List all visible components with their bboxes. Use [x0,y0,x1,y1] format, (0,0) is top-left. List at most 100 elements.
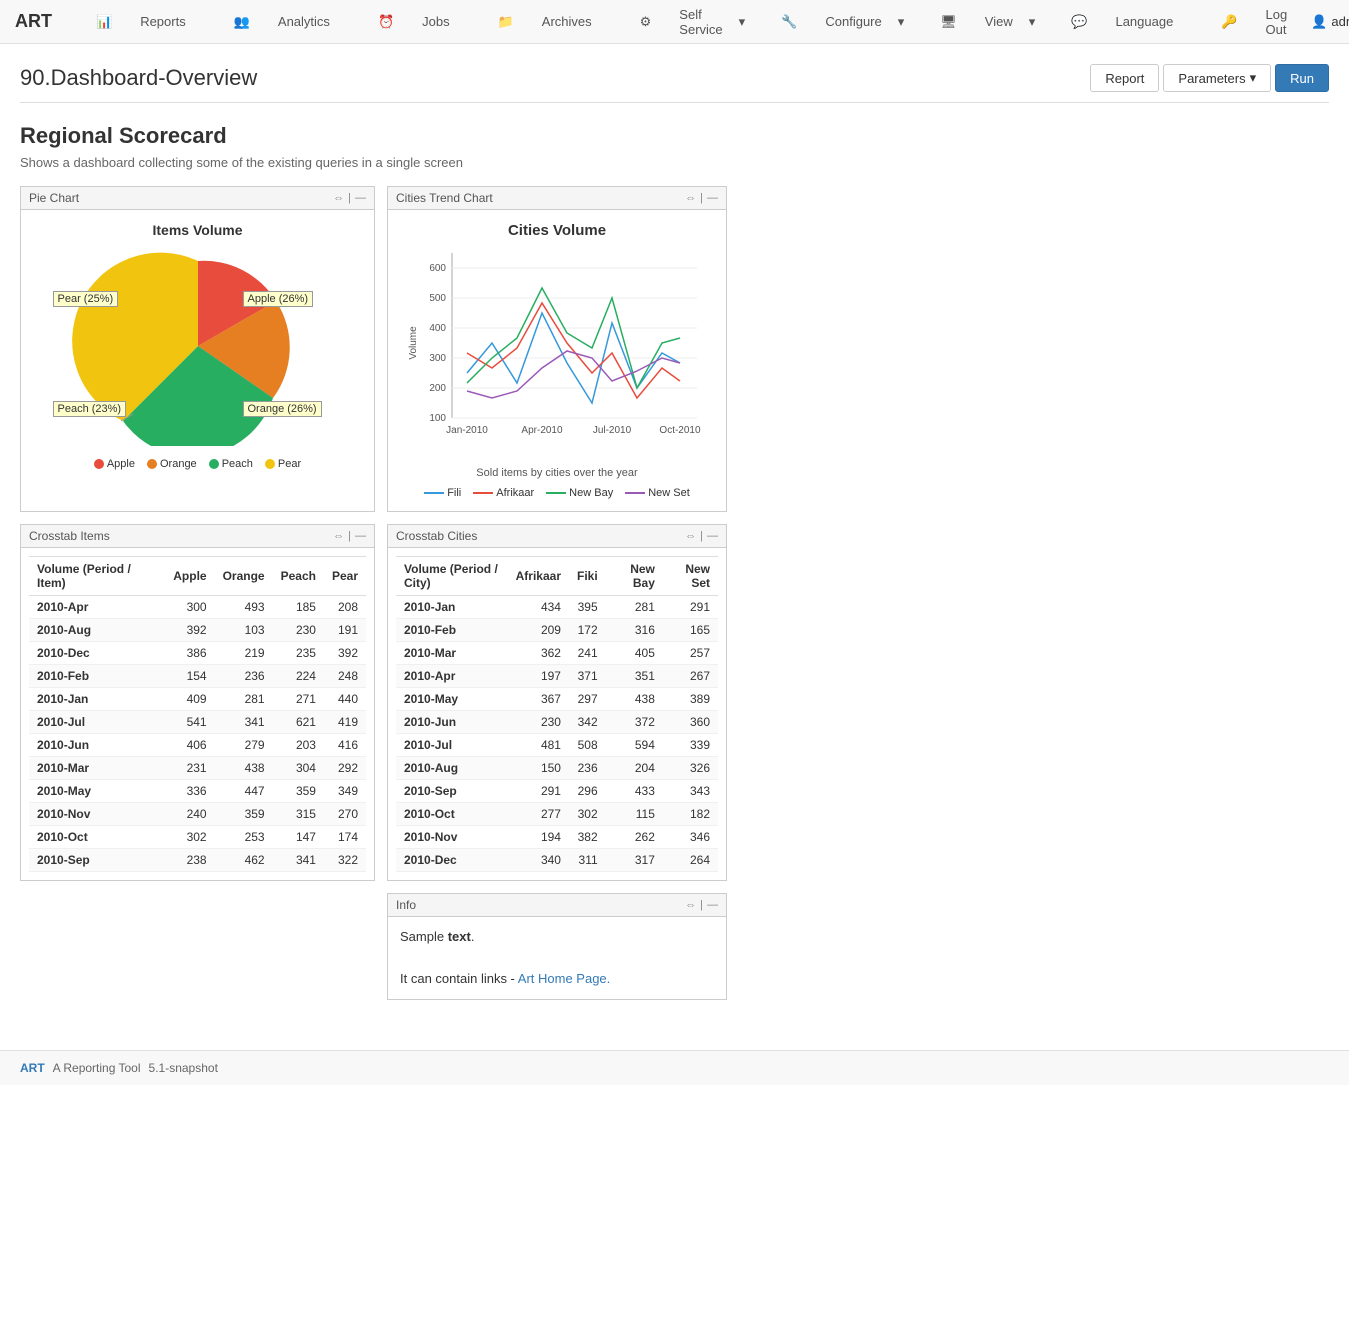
cell-peach: 224 [273,665,324,688]
crosstab-items-separator: | [348,530,351,542]
cities-chart-body: Cities Volume 100 200 300 400 500 600 [388,210,726,511]
cities-chart-resize-icon[interactable]: ⇔ [685,192,696,204]
col-peach: Peach [273,557,324,596]
cell-apple: 154 [165,665,214,688]
info-link[interactable]: Art Home Page. [518,971,611,986]
cell-fiki: 297 [569,688,606,711]
cell-apple: 386 [165,642,214,665]
nav-item-selfservice[interactable]: ⚙ Self Service ▾ [616,0,758,44]
col-orange: Orange [215,557,273,596]
svg-text:600: 600 [429,263,446,274]
cell-pear: 292 [324,757,366,780]
cities-chart-svg: 100 200 300 400 500 600 [402,243,712,463]
crosstab-items-minimize-icon[interactable]: — [355,530,366,542]
cell-period: 2010-Apr [29,596,165,619]
cell-newset: 264 [663,849,718,872]
legend-label-fili: Fili [447,487,461,499]
parameters-button[interactable]: Parameters ▾ [1163,64,1271,92]
cities-chart-minimize-icon[interactable]: — [707,192,718,204]
nav-item-logout[interactable]: 🔑 Log Out [1197,0,1311,44]
table-row: 2010-Feb 154 236 224 248 [29,665,366,688]
cell-orange: 281 [215,688,273,711]
legend-item-fili: Fili [424,487,461,499]
crosstab-items-resize-icon[interactable]: ⇔ [333,530,344,542]
cell-newbay: 372 [606,711,663,734]
cities-chart-container: Cities Volume 100 200 300 400 500 600 [396,218,718,503]
cell-newset: 182 [663,803,718,826]
cell-period: 2010-Aug [396,757,508,780]
nav-item-analytics[interactable]: 👥 Analytics [210,0,354,44]
crosstab-items-body: Volume (Period / Item) Apple Orange Peac… [21,548,374,880]
table-row: 2010-Oct 277 302 115 182 [396,803,718,826]
cell-peach: 235 [273,642,324,665]
nav-item-configure[interactable]: 🔧 Configure ▾ [757,0,916,44]
cell-period: 2010-Oct [396,803,508,826]
cell-newbay: 316 [606,619,663,642]
table-row: 2010-Feb 209 172 316 165 [396,619,718,642]
cell-afrikaar: 434 [508,596,569,619]
pie-chart-minimize-icon[interactable]: — [355,192,366,204]
cell-afrikaar: 340 [508,849,569,872]
nav-brand[interactable]: ART [15,11,52,32]
report-button[interactable]: Report [1090,64,1159,92]
run-button[interactable]: Run [1275,64,1329,92]
info-panel-resize-icon[interactable]: ⇔ [685,899,696,911]
archives-icon: 📁 [486,0,526,44]
crosstab-cities-resize-icon[interactable]: ⇔ [685,530,696,542]
cell-apple: 409 [165,688,214,711]
pie-legend: Apple Orange Peach Pear [94,454,301,474]
table-row: 2010-Jan 409 281 271 440 [29,688,366,711]
cell-period: 2010-Oct [29,826,165,849]
legend-label-peach: Peach [222,458,253,470]
crosstab-cities-minimize-icon[interactable]: — [707,530,718,542]
legend-item-afrikaar: Afrikaar [473,487,534,499]
svg-text:300: 300 [429,353,446,364]
cell-pear: 392 [324,642,366,665]
cell-orange: 438 [215,757,273,780]
svg-text:200: 200 [429,383,446,394]
cell-peach: 315 [273,803,324,826]
footer-brand[interactable]: ART [20,1061,45,1075]
svg-text:Apr-2010: Apr-2010 [521,425,563,436]
pie-chart-resize-icon[interactable]: ⇔ [333,192,344,204]
cell-fiki: 382 [569,826,606,849]
cell-newbay: 281 [606,596,663,619]
pie-chart-separator: | [348,192,351,204]
grid-empty [20,893,375,1000]
cell-orange: 236 [215,665,273,688]
nav-item-jobs[interactable]: ⏰ Jobs [354,0,474,44]
crosstab-cities-rows: 2010-Jan 434 395 281 291 2010-Feb 209 17… [396,596,718,872]
cell-pear: 248 [324,665,366,688]
table-row: 2010-Jul 541 341 621 419 [29,711,366,734]
nav-item-archives[interactable]: 📁 Archives [474,0,616,44]
cell-apple: 238 [165,849,214,872]
info-panel-minimize-icon[interactable]: — [707,899,718,911]
table-row: 2010-Sep 291 296 433 343 [396,780,718,803]
cell-pear: 322 [324,849,366,872]
cell-peach: 359 [273,780,324,803]
legend-item-newset: New Set [625,487,690,499]
cell-fiki: 342 [569,711,606,734]
cell-newset: 339 [663,734,718,757]
cell-afrikaar: 277 [508,803,569,826]
table-row: 2010-Mar 362 241 405 257 [396,642,718,665]
crosstab-cities-body: Volume (Period / City) Afrikaar Fiki New… [388,548,726,880]
pie-chart-body: Items Volume Apple (26%) Pear (25%) Oran… [21,210,374,486]
info-panel-separator: | [700,899,703,911]
cities-chart-panel: Cities Trend Chart ⇔ | — Cities Volume 1… [387,186,727,512]
legend-label-afrikaar: Afrikaar [496,487,534,499]
nav-item-language[interactable]: 💬 Language [1047,0,1197,44]
pie-chart-chart-title: Items Volume [153,222,243,238]
crosstab-cities-header-row: Volume (Period / City) Afrikaar Fiki New… [396,557,718,596]
language-icon: 💬 [1059,0,1099,44]
cell-apple: 302 [165,826,214,849]
cities-chart-chart-title: Cities Volume [508,222,606,239]
cell-newbay: 351 [606,665,663,688]
cell-fiki: 236 [569,757,606,780]
cell-period: 2010-Jul [29,711,165,734]
cell-newbay: 405 [606,642,663,665]
cell-pear: 174 [324,826,366,849]
crosstab-cities-separator: | [700,530,703,542]
nav-item-reports[interactable]: 📊 Reports [72,0,210,44]
nav-item-view[interactable]: 🖥 View ▾ [916,0,1047,44]
